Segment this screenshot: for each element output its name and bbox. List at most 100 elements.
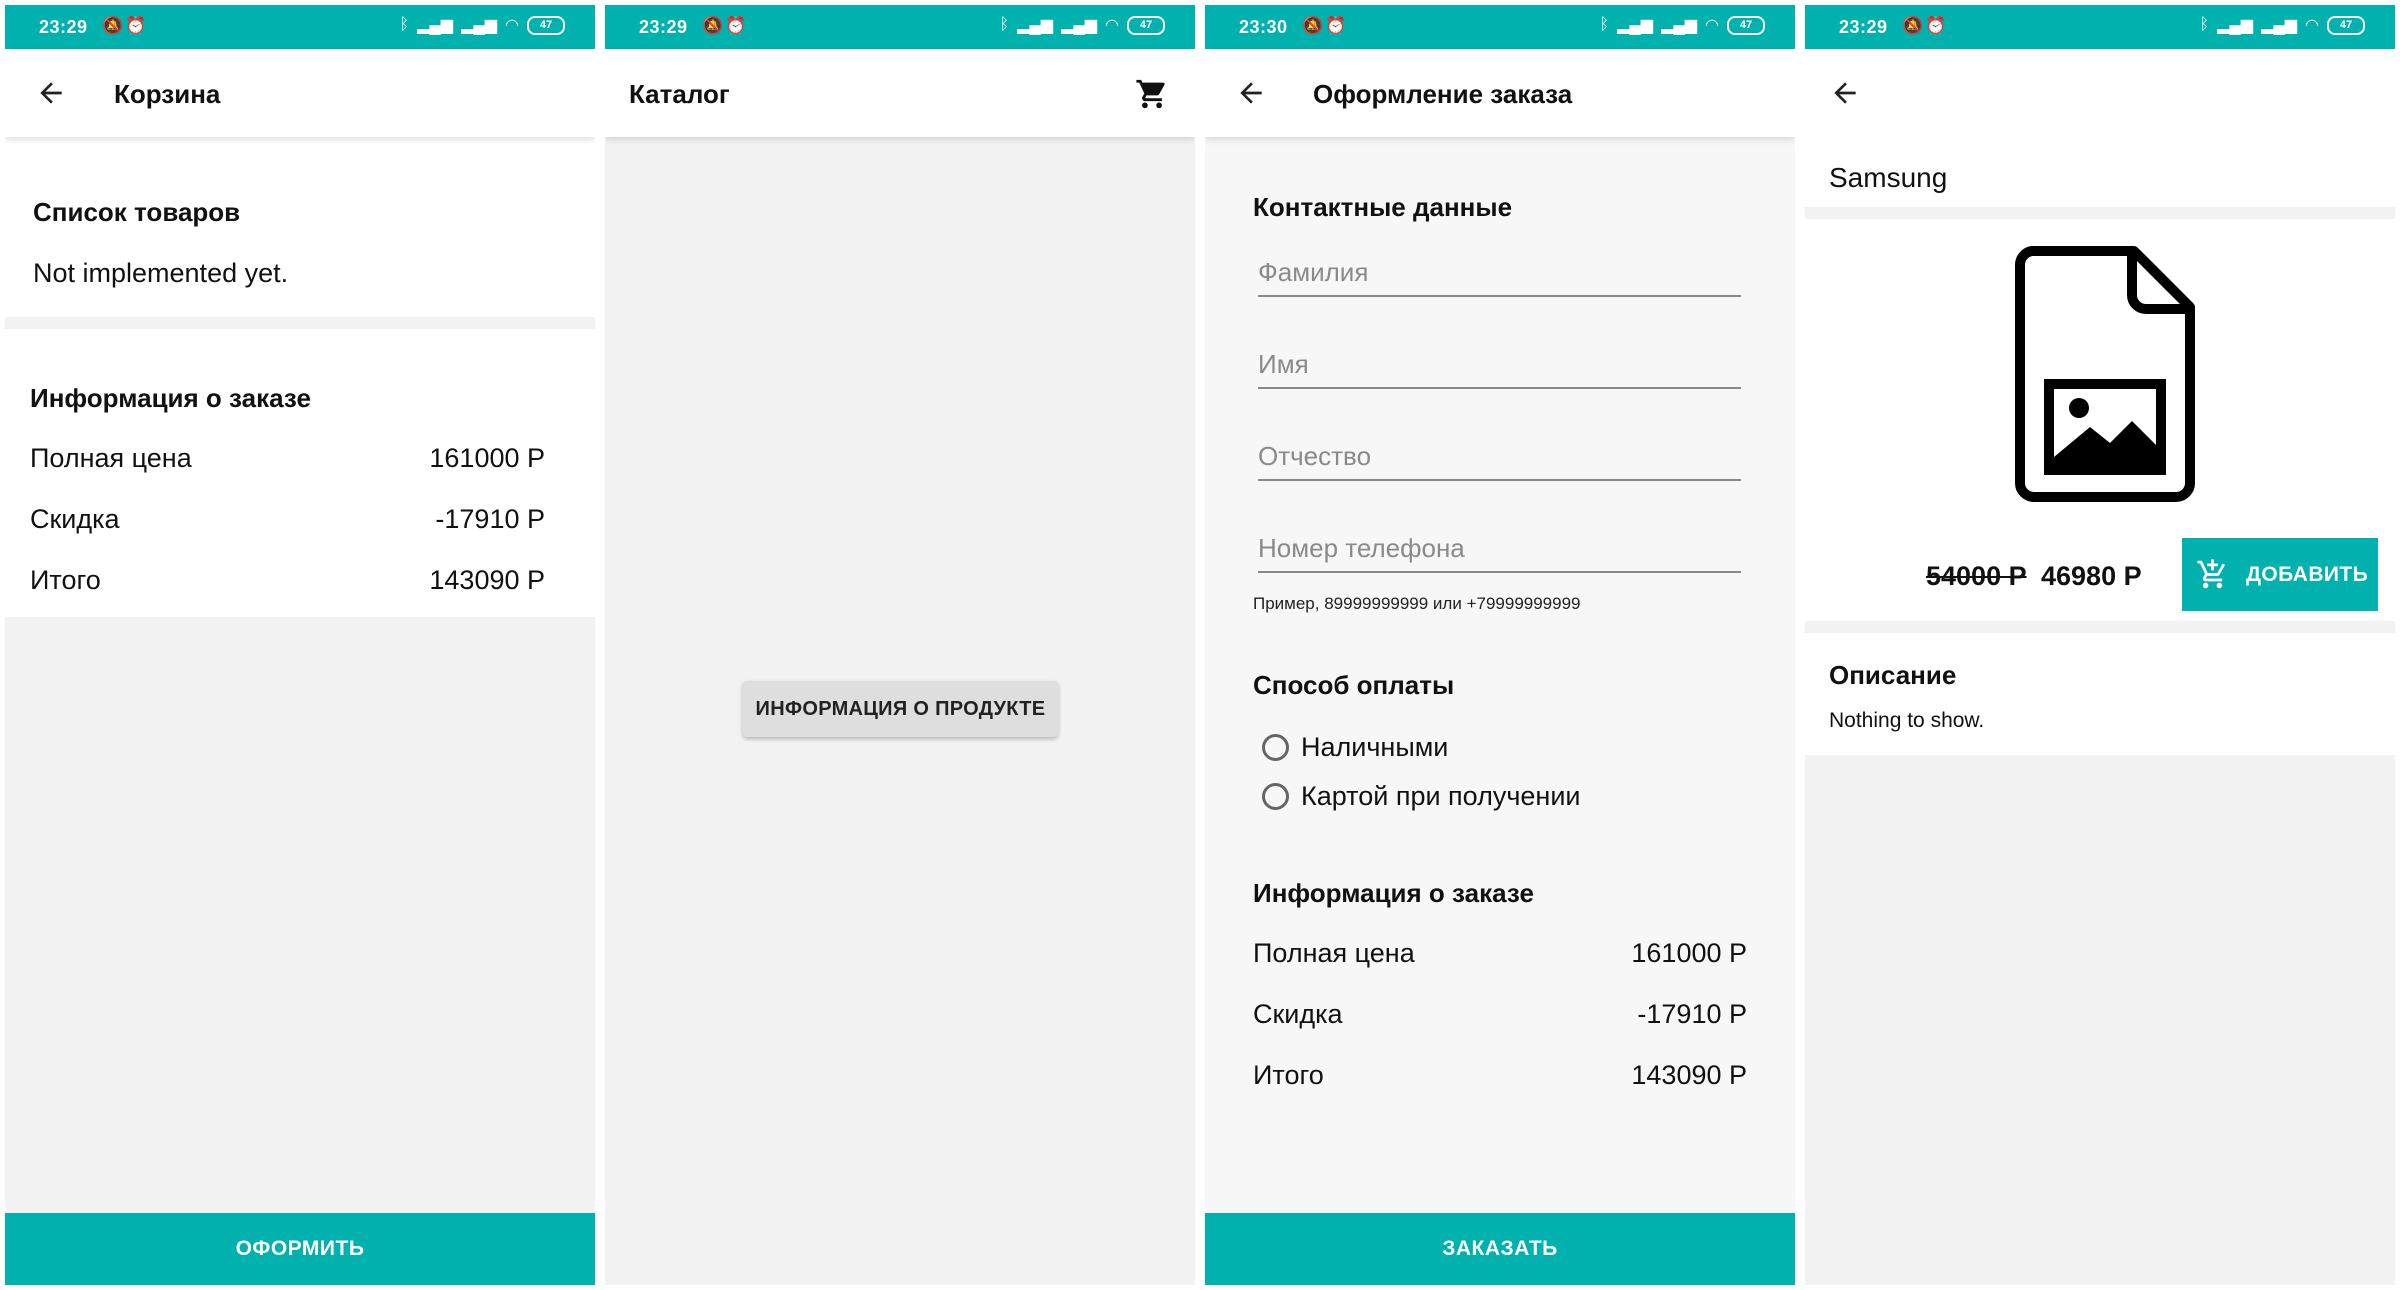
back-arrow-icon[interactable] [1235,77,1267,109]
status-bar: 23:29 🔕 ⏰ ᛒ ▂▄▆ ▂▄▆ ◠ 47 [605,5,1195,49]
surname-field[interactable]: Фамилия [1258,245,1741,297]
checkout-button[interactable]: ОФОРМИТЬ [5,1213,595,1285]
name-placeholder: Имя [1258,349,1309,379]
payment-card-label[interactable]: Картой при получении [1301,781,1581,812]
battery-icon: 47 [2327,15,2365,35]
total-label: Итого [30,565,101,595]
status-bar: 23:29 🔕 ⏰ ᛒ ▂▄▆ ▂▄▆ ◠ 47 [5,5,595,49]
checkout-form: Контактные данные Фамилия Имя Отчество Н… [1205,137,1795,1213]
order-info-heading: Информация о заказе [30,383,311,413]
status-time: 23:30 [1239,17,1288,37]
battery-icon: 47 [1127,15,1165,35]
bluetooth-icon: ᛒ [1599,16,1610,33]
image-placeholder-icon [2015,246,2195,502]
wifi-icon: ◠ [2305,17,2319,34]
signal-icon: ▂▄▆ [417,17,454,34]
signal-icon: ▂▄▆ [1017,17,1054,34]
name-field[interactable]: Имя [1258,337,1741,389]
wifi-icon: ◠ [1705,17,1719,34]
signal-icon: ▂▄▆ [1617,17,1654,34]
products-card: Список товаров Not implemented yet. [5,137,595,317]
page-title: Оформление заказа [1313,79,1573,109]
silent-bell-icon: 🔕 [1302,16,1324,35]
status-icons: ᛒ ▂▄▆ ▂▄▆ ◠ 47 [400,15,565,35]
product-main-card: 54000 Р 46980 Р ДОБАВИТЬ [1805,219,2395,621]
bluetooth-icon: ᛒ [399,16,410,33]
alarm-icon: ⏰ [725,16,747,35]
order-info-card: Информация о заказе Полная цена 161000 Р… [5,329,595,617]
phone-placeholder: Номер телефона [1258,533,1465,563]
page-title: Корзина [114,79,221,109]
total-value: 143090 Р [429,565,545,595]
products-heading: Список товаров [33,197,241,227]
phone-field[interactable]: Номер телефона [1258,521,1741,573]
full-price-label: Полная цена [1253,938,1415,968]
checkout-screen: 23:30 🔕 ⏰ ᛒ ▂▄▆ ▂▄▆ ◠ 47 Оформление зака… [1205,5,1795,1285]
discount-label: Скидка [30,504,120,534]
alarm-icon: ⏰ [1925,16,1947,35]
total-label: Итого [1253,1060,1324,1090]
description-card: Описание Nothing to show. [1805,633,2395,755]
alarm-icon: ⏰ [1325,16,1347,35]
order-info-heading: Информация о заказе [1253,878,1534,908]
contact-heading: Контактные данные [1253,192,1513,222]
product-name: Samsung [1829,162,1948,193]
status-time: 23:29 [639,17,688,37]
product-screen: 23:29 🔕 ⏰ ᛒ ▂▄▆ ▂▄▆ ◠ 47 Samsung 54000 Р… [1805,5,2395,1285]
battery-icon: 47 [1727,15,1765,35]
full-price-value: 161000 Р [1631,938,1747,968]
status-time: 23:29 [39,17,88,37]
status-icons: ᛒ ▂▄▆ ▂▄▆ ◠ 47 [1600,15,1765,35]
order-button[interactable]: ЗАКАЗАТЬ [1205,1213,1795,1285]
status-time: 23:29 [1839,17,1888,37]
add-to-cart-button[interactable]: ДОБАВИТЬ [2182,538,2378,611]
phone-hint: Пример, 89999999999 или +79999999999 [1253,594,1581,613]
battery-icon: 47 [527,15,565,35]
discount-value: -17910 Р [435,504,545,534]
radio-cash[interactable] [1262,734,1289,761]
payment-cash-label[interactable]: Наличными [1301,732,1448,763]
signal-icon: ▂▄▆ [1061,17,1098,34]
app-bar: Каталог [605,49,1195,137]
full-price-label: Полная цена [30,443,192,473]
cart-screen: 23:29 🔕 ⏰ ᛒ ▂▄▆ ▂▄▆ ◠ 47 Корзина Список … [5,5,595,1285]
patronymic-placeholder: Отчество [1258,441,1372,471]
status-icons: ᛒ ▂▄▆ ▂▄▆ ◠ 47 [1000,15,1165,35]
new-price: 46980 Р [2041,561,2142,591]
add-to-cart-icon [2197,559,2226,589]
catalog-screen: 23:29 🔕 ⏰ ᛒ ▂▄▆ ▂▄▆ ◠ 47 Каталог ИНФОРМА… [605,5,1195,1285]
product-name-card: Samsung [1805,137,2395,207]
silent-bell-icon: 🔕 [702,16,724,35]
patronymic-field[interactable]: Отчество [1258,429,1741,481]
payment-heading: Способ оплаты [1253,670,1455,700]
status-bar: 23:29 🔕 ⏰ ᛒ ▂▄▆ ▂▄▆ ◠ 47 [1805,5,2395,49]
signal-icon: ▂▄▆ [2217,17,2254,34]
radio-card[interactable] [1262,783,1289,810]
surname-placeholder: Фамилия [1258,257,1369,287]
product-info-button[interactable]: ИНФОРМАЦИЯ О ПРОДУКТЕ [743,681,1058,737]
add-button-label: ДОБАВИТЬ [2246,563,2369,586]
app-bar: Корзина [5,49,595,137]
silent-bell-icon: 🔕 [1902,16,1924,35]
description-heading: Описание [1829,660,1957,690]
alarm-icon: ⏰ [125,16,147,35]
status-bar: 23:30 🔕 ⏰ ᛒ ▂▄▆ ▂▄▆ ◠ 47 [1205,5,1795,49]
signal-icon: ▂▄▆ [461,17,498,34]
app-bar [1805,49,2395,137]
back-arrow-icon[interactable] [35,77,67,109]
signal-icon: ▂▄▆ [1661,17,1698,34]
discount-label: Скидка [1253,999,1343,1029]
page-title: Каталог [629,79,730,109]
discount-value: -17910 Р [1637,999,1747,1029]
products-placeholder: Not implemented yet. [33,258,289,288]
app-bar: Оформление заказа [1205,49,1795,137]
wifi-icon: ◠ [505,17,519,34]
wifi-icon: ◠ [1105,17,1119,34]
cart-icon[interactable] [1135,77,1169,111]
full-price-value: 161000 Р [429,443,545,473]
bluetooth-icon: ᛒ [2199,16,2210,33]
silent-bell-icon: 🔕 [102,16,124,35]
description-text: Nothing to show. [1829,709,1985,732]
back-arrow-icon[interactable] [1829,77,1861,109]
status-icons: ᛒ ▂▄▆ ▂▄▆ ◠ 47 [2200,15,2365,35]
